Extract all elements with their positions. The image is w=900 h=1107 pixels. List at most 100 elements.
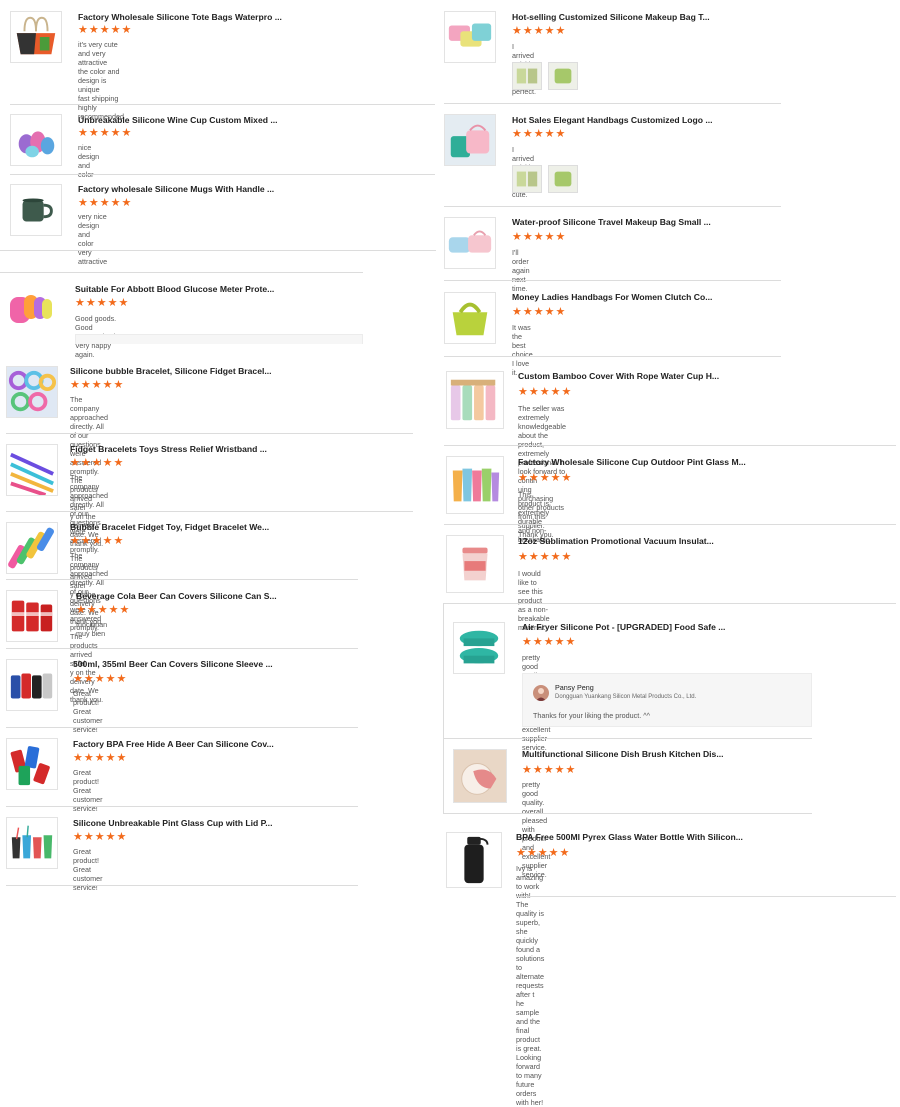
product-title[interactable]: Silicone Unbreakable Pint Glass Cup with…	[73, 818, 272, 828]
rating-stars: ★★★★★	[518, 386, 573, 398]
can-cover-icon[interactable]	[6, 738, 58, 790]
product-title[interactable]: Factory Wholesale Silicone Cup Outdoor P…	[518, 457, 746, 467]
divider	[6, 806, 358, 807]
rating-stars: ★★★★★	[522, 764, 577, 776]
rating-stars: ★★★★★	[78, 24, 133, 36]
rating-stars: ★★★★★	[512, 128, 567, 140]
divider	[444, 206, 781, 207]
glucose-cover-icon[interactable]	[6, 283, 58, 335]
rating-stars: ★★★★★	[516, 847, 571, 859]
review-photo[interactable]	[512, 62, 542, 90]
bamboo-cup-icon[interactable]	[446, 371, 504, 429]
handbag-icon[interactable]	[444, 114, 496, 166]
mug-icon[interactable]	[10, 184, 62, 236]
review-photo[interactable]	[548, 165, 578, 193]
beer-can-icon[interactable]	[6, 659, 58, 711]
product-title[interactable]: Silicone bubble Bracelet, Silicone Fidge…	[70, 366, 272, 376]
reply-box-placeholder	[75, 334, 363, 344]
rating-stars: ★★★★★	[512, 25, 567, 37]
wine-cup-icon[interactable]	[10, 114, 62, 166]
reply-text: Thanks for your liking the product. ^^	[533, 711, 651, 720]
rating-stars: ★★★★★	[518, 551, 573, 563]
rating-stars: ★★★★★	[73, 752, 128, 764]
bubble-bracelet-icon[interactable]	[6, 366, 58, 418]
rating-stars: ★★★★★	[76, 604, 131, 616]
divider	[444, 356, 781, 357]
divider	[6, 511, 413, 512]
dish-brush-icon[interactable]	[453, 749, 507, 803]
review-photo[interactable]	[512, 165, 542, 193]
vacuum-cup-icon[interactable]	[446, 535, 504, 593]
product-title[interactable]: Air Fryer Silicone Pot - [UPGRADED] Food…	[522, 622, 725, 632]
product-title[interactable]: Factory Wholesale Silicone Tote Bags Wat…	[78, 12, 282, 22]
pint-glass-icon[interactable]	[6, 817, 58, 869]
rating-stars: ★★★★★	[522, 636, 577, 648]
supplier-reply: Pansy Peng Dongguan Yuankang Silicon Met…	[522, 673, 812, 727]
product-title[interactable]: Money Ladies Handbags For Women Clutch C…	[512, 292, 712, 302]
divider	[444, 445, 896, 446]
cola-can-icon[interactable]	[6, 590, 58, 642]
rating-stars: ★★★★★	[78, 197, 133, 209]
divider	[0, 250, 436, 251]
divider	[6, 885, 358, 886]
product-title[interactable]: Multifunctional Silicone Dish Brush Kitc…	[522, 749, 724, 759]
makeup-bag-icon[interactable]	[444, 11, 496, 63]
rating-stars: ★★★★★	[75, 297, 130, 309]
product-title[interactable]: BPA Free 500Ml Pyrex Glass Water Bottle …	[516, 832, 743, 842]
product-title[interactable]: Custom Bamboo Cover With Rope Water Cup …	[518, 371, 719, 381]
reply-company: Dongguan Yuankang Silicon Metal Products…	[555, 694, 697, 700]
review-text: Ivy is amazing to work with! The quality…	[516, 864, 545, 1107]
clutch-icon[interactable]	[444, 292, 496, 344]
product-title[interactable]: Factory wholesale Silicone Mugs With Han…	[78, 184, 274, 194]
divider	[444, 813, 812, 814]
product-title[interactable]: Factory BPA Free Hide A Beer Can Silicon…	[73, 739, 274, 749]
product-title[interactable]: Beverage Cola Beer Can Covers Silicone C…	[76, 591, 277, 601]
divider	[444, 603, 896, 604]
product-title[interactable]: Water-proof Silicone Travel Makeup Bag S…	[512, 217, 711, 227]
divider	[516, 896, 896, 897]
review-text: very nice design and color very attracti…	[78, 212, 108, 266]
product-title[interactable]: Hot-selling Customized Silicone Makeup B…	[512, 12, 710, 22]
divider	[6, 727, 358, 728]
divider	[0, 272, 363, 273]
review-text: It was the best choice. I love it.	[512, 323, 535, 377]
divider	[10, 104, 435, 105]
product-title[interactable]: 500ml, 355ml Beer Can Covers Silicone Sl…	[73, 659, 273, 669]
product-title[interactable]: Unbreakable Silicone Wine Cup Custom Mix…	[78, 115, 278, 125]
divider	[10, 174, 435, 175]
rating-stars: ★★★★★	[518, 472, 573, 484]
divider	[443, 603, 444, 814]
rating-stars: ★★★★★	[512, 306, 567, 318]
product-title[interactable]: Hot Sales Elegant Handbags Customized Lo…	[512, 115, 713, 125]
divider	[444, 524, 896, 525]
wristband-icon[interactable]	[6, 444, 58, 496]
rating-stars: ★★★★★	[70, 379, 125, 391]
product-title[interactable]: Suitable For Abbott Blood Glucose Meter …	[75, 284, 274, 294]
divider	[6, 648, 358, 649]
divider	[444, 280, 781, 281]
fidget-bracelet-icon[interactable]	[6, 522, 58, 574]
product-title[interactable]: Bubble Bracelet Fidget Toy, Fidget Brace…	[70, 522, 269, 532]
rating-stars: ★★★★★	[78, 127, 133, 139]
divider	[444, 103, 781, 104]
rating-stars: ★★★★★	[512, 231, 567, 243]
reply-author: Pansy Peng	[555, 683, 594, 692]
outdoor-cup-icon[interactable]	[446, 456, 504, 514]
divider	[6, 579, 358, 580]
rating-stars: ★★★★★	[70, 535, 125, 547]
product-title[interactable]: 12oz Sublimation Promotional Vacuum Insu…	[518, 536, 714, 546]
divider	[444, 738, 812, 739]
water-bottle-icon[interactable]	[446, 832, 502, 888]
rating-stars: ★★★★★	[73, 673, 128, 685]
rating-stars: ★★★★★	[70, 457, 125, 469]
review-photo[interactable]	[548, 62, 578, 90]
review-text: it's very cute and very attractive the c…	[78, 40, 124, 121]
avatar	[533, 685, 549, 701]
review-text: funcionan muy bien	[76, 620, 108, 638]
rating-stars: ★★★★★	[73, 831, 128, 843]
review-text: I'll order again next time.	[512, 248, 530, 293]
product-title[interactable]: Fidget Bracelets Toys Stress Relief Wris…	[70, 444, 267, 454]
tote-bag-icon[interactable]	[10, 11, 62, 63]
travel-bag-icon[interactable]	[444, 217, 496, 269]
air-fryer-pot-icon[interactable]	[453, 622, 505, 674]
